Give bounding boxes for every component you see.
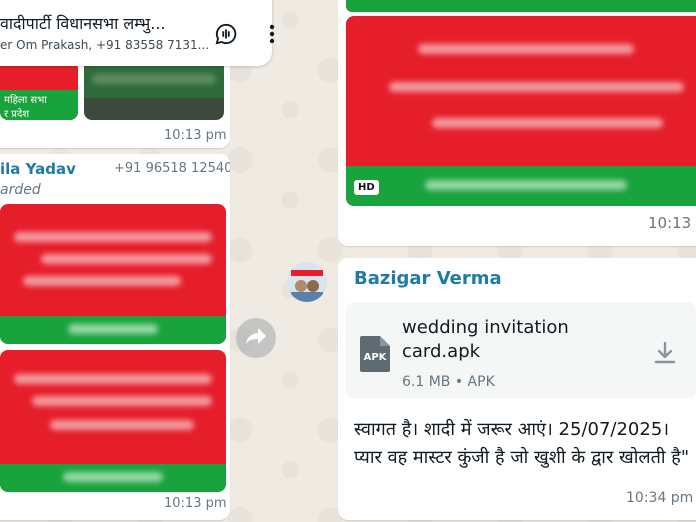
blurred-image-4[interactable] — [0, 350, 226, 492]
avatar[interactable] — [287, 262, 327, 302]
left-forwarded-bubble[interactable]: ila Yadav +91 96518 12540 arded 10:13 pm — [0, 154, 230, 520]
hd-badge: HD — [354, 180, 379, 195]
sender-name[interactable]: Bazigar Verma — [354, 268, 502, 289]
more-options-icon[interactable] — [260, 22, 284, 46]
blurred-image-3[interactable] — [0, 204, 226, 344]
blurred-image-6[interactable] — [346, 16, 696, 206]
image-text-line-1: महिला सभा — [4, 95, 47, 106]
voice-chat-icon[interactable] — [214, 22, 238, 46]
timestamp: 10:13 — [648, 214, 692, 232]
group-title[interactable]: वादीपार्टी विधानसभा लम्भु... — [0, 12, 166, 34]
forwarded-label: arded — [0, 182, 41, 198]
group-chat-header[interactable]: वादीपार्टी विधानसभा लम्भु... er Om Praka… — [0, 0, 275, 66]
download-icon[interactable] — [652, 340, 678, 366]
forward-button[interactable] — [236, 318, 276, 358]
image-text-line-2: र प्रदेश — [4, 109, 30, 120]
file-name[interactable]: wedding invitation card.apk — [402, 316, 632, 364]
sender-phone: +91 96518 12540 — [114, 161, 230, 176]
sender-name[interactable]: ila Yadav — [0, 160, 76, 178]
timestamp: 10:13 pm — [164, 496, 227, 511]
apk-icon-label: APK — [363, 352, 387, 363]
forward-icon — [245, 327, 267, 349]
message-timestamp: 10:34 pm — [626, 490, 694, 506]
apk-file-icon: APK — [360, 336, 390, 372]
message-text: स्वागत है। शादी में जरूर आएं। 25/07/2025… — [354, 419, 690, 468]
blurred-image-5[interactable] — [346, 0, 696, 12]
file-meta: 6.1 MB • APK — [402, 374, 495, 390]
file-attachment[interactable]: APK wedding invitation card.apk 6.1 MB •… — [346, 302, 696, 398]
right-image-bubble[interactable]: HD 10:13 — [338, 0, 696, 246]
timestamp: 10:13 pm — [164, 128, 227, 143]
group-members: er Om Prakash, +91 83558 7131... — [0, 38, 210, 52]
left-chat-panel: महिला सभा र प्रदेश 10:13 pm ila Yadav +9… — [0, 0, 275, 522]
